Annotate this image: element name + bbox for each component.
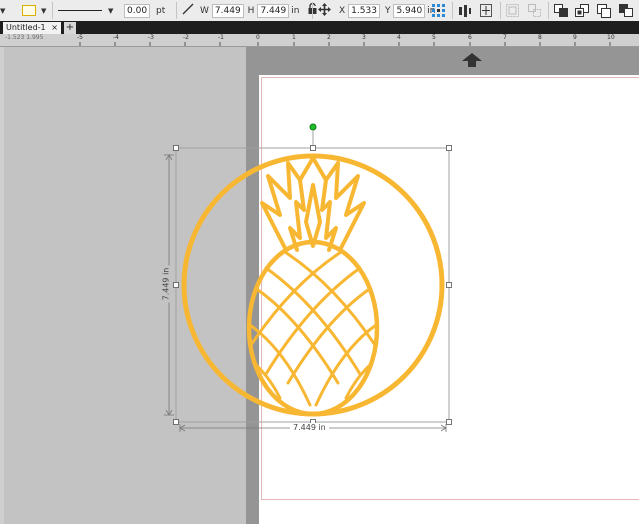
width-dimension-label: 7.449 in xyxy=(290,423,329,433)
pineapple-circle-design[interactable] xyxy=(181,153,445,417)
pineapple-lattice xyxy=(248,250,378,407)
pineapple-crown xyxy=(260,156,366,252)
height-dimension-label: 7.449 in xyxy=(161,265,172,303)
rotate-handle xyxy=(309,123,317,131)
up-arrow-icon[interactable] xyxy=(462,53,482,67)
design-canvas[interactable] xyxy=(0,0,639,524)
